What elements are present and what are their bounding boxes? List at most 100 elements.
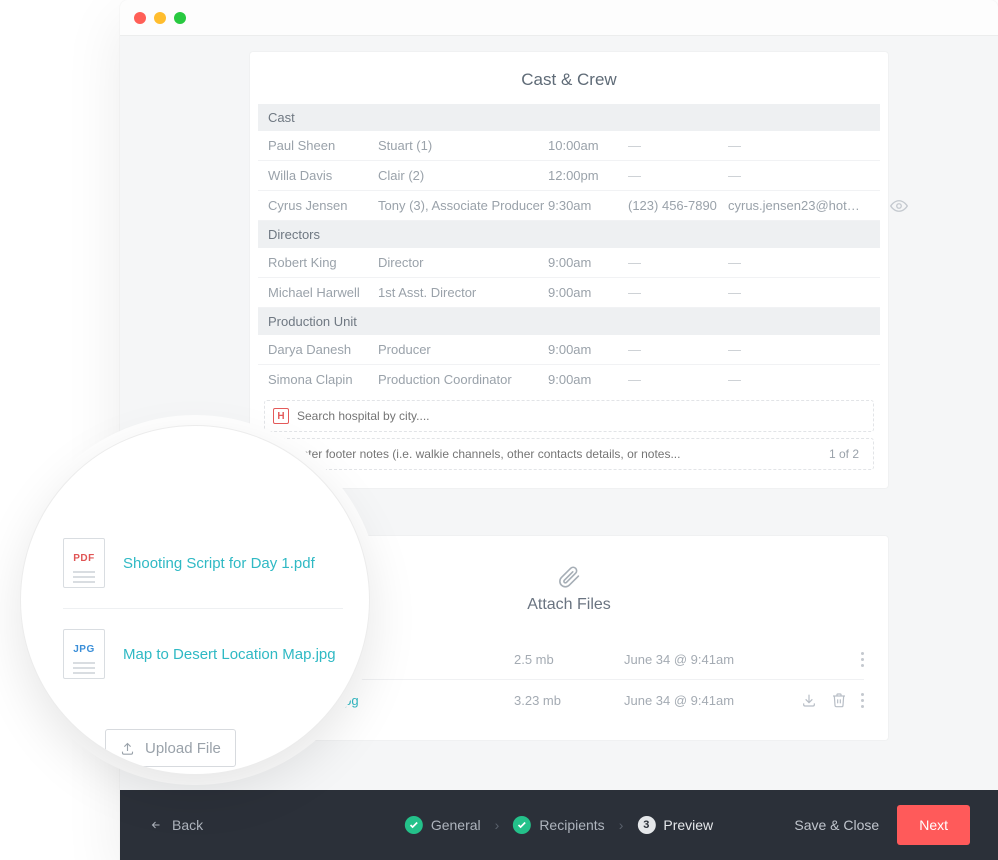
- zoom-lens: PDF Shooting Script for Day 1.pdf JPG Ma…: [20, 425, 370, 775]
- cell-role: Director: [378, 255, 548, 270]
- cell-role: Production Coordinator: [378, 372, 548, 387]
- page-indicator: 1 of 2: [823, 447, 865, 461]
- table-row[interactable]: Cyrus JensenTony (3), Associate Producer…: [258, 191, 880, 221]
- wizard-steps: General › Recipients › 3 Preview: [405, 816, 713, 834]
- hospital-search-input[interactable]: [297, 409, 865, 423]
- step-number: 3: [637, 816, 655, 834]
- cell-email: —: [728, 138, 870, 153]
- cast-crew-card: Cast & Crew CastPaul SheenStuart (1)10:0…: [250, 52, 888, 488]
- cell-time: 9:00am: [548, 372, 628, 387]
- file-date: June 34 @ 9:41am: [624, 693, 801, 708]
- cell-email: —: [728, 285, 870, 300]
- cell-name: Darya Danesh: [268, 342, 378, 357]
- cell-phone: —: [628, 255, 728, 270]
- cell-role: Tony (3), Associate Producer: [378, 198, 548, 213]
- window-maximize-button[interactable]: [174, 12, 186, 24]
- cell-name: Simona Clapin: [268, 372, 378, 387]
- next-button[interactable]: Next: [897, 805, 970, 845]
- drag-handle-icon[interactable]: [861, 652, 864, 667]
- back-button[interactable]: Back: [148, 817, 203, 833]
- file-size: 2.5 mb: [514, 652, 624, 667]
- group-header: Cast: [258, 104, 880, 131]
- file-size: 3.23 mb: [514, 693, 624, 708]
- table-row[interactable]: Simona ClapinProduction Coordinator9:00a…: [258, 365, 880, 394]
- zoom-file-row[interactable]: PDF Shooting Script for Day 1.pdf: [63, 518, 343, 608]
- step-recipients[interactable]: Recipients: [513, 816, 604, 834]
- cell-time: 9:00am: [548, 342, 628, 357]
- zoom-file-row[interactable]: JPG Map to Desert Location Map.jpg: [63, 609, 343, 699]
- back-label: Back: [172, 817, 203, 833]
- file-ext-label: PDF: [73, 553, 95, 564]
- table-row[interactable]: Paul SheenStuart (1)10:00am——: [258, 131, 880, 161]
- check-icon: [513, 816, 531, 834]
- cell-role: Clair (2): [378, 168, 548, 183]
- cell-email: —: [728, 255, 870, 270]
- upload-file-label: Upload File: [145, 740, 221, 757]
- trash-icon[interactable]: [831, 692, 847, 708]
- cell-time: 12:00pm: [548, 168, 628, 183]
- table-row[interactable]: Willa DavisClair (2)12:00pm——: [258, 161, 880, 191]
- pdf-file-icon: PDF: [63, 538, 105, 588]
- wizard-footer: Back General › Recipients › 3 Preview: [120, 790, 998, 860]
- cell-role: Producer: [378, 342, 548, 357]
- cell-name: Willa Davis: [268, 168, 378, 183]
- attached-file-row[interactable]: cation Map.jpg3.23 mbJune 34 @ 9:41am: [274, 680, 864, 720]
- file-ext-label: JPG: [73, 644, 95, 655]
- cell-time: 9:30am: [548, 198, 628, 213]
- attached-files-list: r Day 1.pdf2.5 mbJune 34 @ 9:41amcation …: [274, 640, 864, 720]
- table-row[interactable]: Michael Harwell1st Asst. Director9:00am—…: [258, 278, 880, 308]
- cell-phone: —: [628, 138, 728, 153]
- cell-email: cyrus.jensen23@hotmail...: [728, 198, 870, 213]
- cell-phone: (123) 456-7890: [628, 198, 728, 213]
- group-header: Production Unit: [258, 308, 880, 335]
- save-close-button[interactable]: Save & Close: [794, 817, 879, 833]
- cell-email: —: [728, 342, 870, 357]
- cell-email: —: [728, 372, 870, 387]
- cell-role: 1st Asst. Director: [378, 285, 548, 300]
- footer-notes-box[interactable]: ✱ 1 of 2: [264, 438, 874, 470]
- cell-time: 9:00am: [548, 255, 628, 270]
- cell-name: Paul Sheen: [268, 138, 378, 153]
- cell-name: Robert King: [268, 255, 378, 270]
- file-actions: [861, 652, 864, 667]
- window-minimize-button[interactable]: [154, 12, 166, 24]
- chevron-right-icon: ›: [619, 817, 624, 833]
- eye-icon[interactable]: [890, 197, 908, 215]
- step-label: Preview: [663, 817, 713, 833]
- step-label: Recipients: [539, 817, 604, 833]
- hospital-icon: H: [273, 408, 289, 424]
- group-header: Directors: [258, 221, 880, 248]
- step-general[interactable]: General: [405, 816, 481, 834]
- download-icon[interactable]: [801, 692, 817, 708]
- file-name-link[interactable]: Shooting Script for Day 1.pdf: [123, 555, 315, 572]
- cell-phone: —: [628, 285, 728, 300]
- cell-name: Cyrus Jensen: [268, 198, 378, 213]
- file-actions: [801, 692, 864, 708]
- cell-phone: —: [628, 372, 728, 387]
- file-name-link[interactable]: Map to Desert Location Map.jpg: [123, 646, 336, 663]
- cell-phone: —: [628, 168, 728, 183]
- step-preview[interactable]: 3 Preview: [637, 816, 713, 834]
- step-label: General: [431, 817, 481, 833]
- paperclip-icon: [557, 564, 581, 590]
- cell-time: 9:00am: [548, 285, 628, 300]
- chevron-right-icon: ›: [495, 817, 500, 833]
- check-icon: [405, 816, 423, 834]
- cast-crew-table: CastPaul SheenStuart (1)10:00am——Willa D…: [258, 104, 880, 394]
- hospital-search-box[interactable]: H: [264, 400, 874, 432]
- drag-handle-icon[interactable]: [861, 693, 864, 708]
- cell-role: Stuart (1): [378, 138, 548, 153]
- table-row[interactable]: Robert KingDirector9:00am——: [258, 248, 880, 278]
- upload-icon: [120, 741, 135, 756]
- window-close-button[interactable]: [134, 12, 146, 24]
- cell-name: Michael Harwell: [268, 285, 378, 300]
- cell-time: 10:00am: [548, 138, 628, 153]
- file-date: June 34 @ 9:41am: [624, 652, 861, 667]
- cell-email: —: [728, 168, 870, 183]
- footer-notes-input[interactable]: [294, 447, 815, 461]
- table-row[interactable]: Darya DaneshProducer9:00am——: [258, 335, 880, 365]
- cast-crew-title: Cast & Crew: [258, 70, 880, 90]
- jpg-file-icon: JPG: [63, 629, 105, 679]
- window-titlebar: [120, 0, 998, 36]
- cell-phone: —: [628, 342, 728, 357]
